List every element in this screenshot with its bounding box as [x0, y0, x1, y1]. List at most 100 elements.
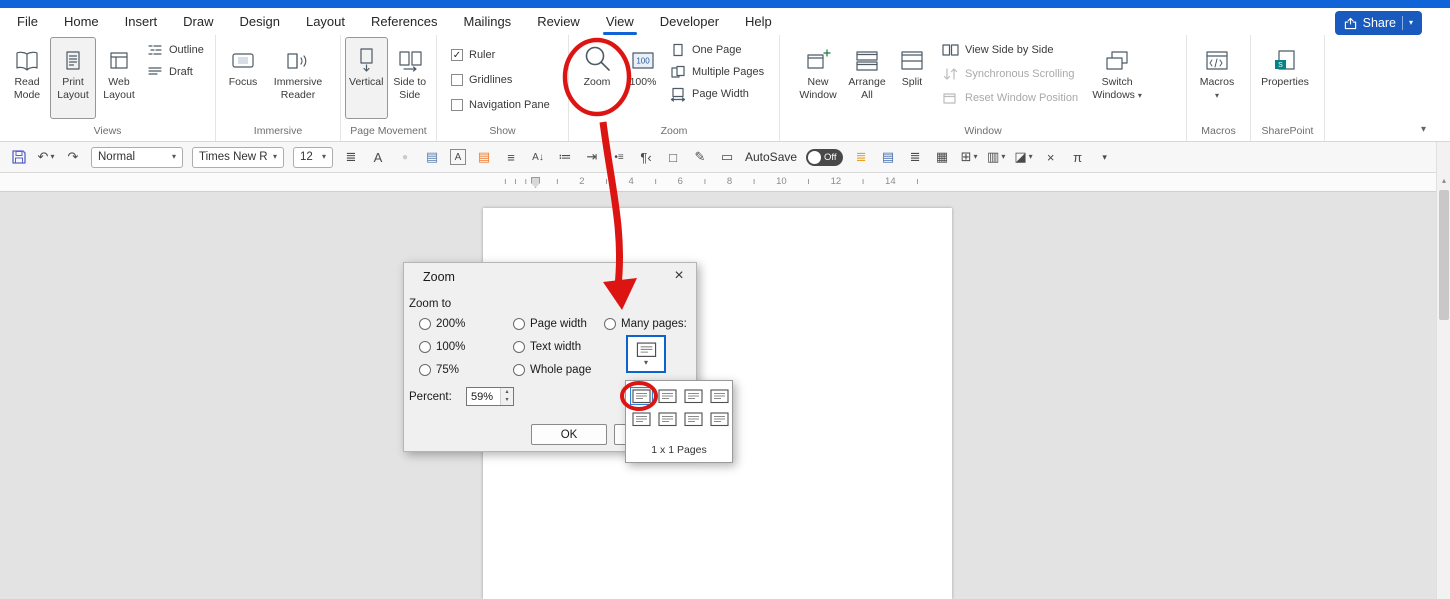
many-pages-monitor-button[interactable]: ▾	[626, 335, 666, 373]
indent-icon[interactable]: ⇥	[583, 147, 601, 167]
tab-home[interactable]: Home	[51, 8, 112, 35]
tab-design[interactable]: Design	[227, 8, 293, 35]
outline-button[interactable]: Outline	[146, 40, 204, 60]
copy-icon[interactable]: ▤	[423, 147, 441, 167]
focus-button[interactable]: Focus	[220, 37, 266, 119]
highlight-icon[interactable]: ≣	[852, 147, 870, 167]
radio-whole-page[interactable]: Whole page	[513, 364, 591, 376]
formatting-marks-icon[interactable]: ≣	[342, 147, 360, 167]
spinner-down-icon[interactable]: ▾	[501, 396, 513, 405]
record-circle-icon[interactable]: ●	[396, 147, 414, 167]
print-layout-button[interactable]: Print Layout	[50, 37, 96, 119]
split-button[interactable]: Split	[892, 37, 932, 119]
vertical-scrollbar[interactable]: ▴	[1436, 142, 1450, 599]
tab-draw[interactable]: Draw	[170, 8, 226, 35]
draft-icon	[146, 65, 163, 80]
tab-help[interactable]: Help	[732, 8, 785, 35]
style-dropdown[interactable]: Normal ▾	[91, 146, 183, 168]
dialog-close-icon[interactable]: ×	[662, 263, 696, 289]
pages-grid-cell[interactable]	[630, 410, 653, 428]
gridlines-checkbox[interactable]: Gridlines	[451, 70, 550, 90]
pages-grid-dropdown: 1 x 1 Pages	[625, 380, 733, 463]
chevron-down-icon[interactable]: ▾	[1409, 19, 1413, 27]
share-button[interactable]: Share ▾	[1334, 11, 1422, 35]
numbered-list-icon[interactable]: ≔	[556, 147, 574, 167]
font-size-dropdown[interactable]: 12 ▾	[293, 146, 333, 168]
properties-button[interactable]: S Properties	[1255, 37, 1315, 119]
switch-windows-button[interactable]: Switch Windows ▾	[1088, 37, 1146, 119]
draft-button[interactable]: Draft	[146, 62, 204, 82]
pages-grid-cell-1x1[interactable]	[630, 387, 653, 405]
tab-file[interactable]: File	[4, 8, 51, 35]
signature-icon[interactable]: ✎	[691, 147, 709, 167]
pages-grid-cell[interactable]	[682, 410, 705, 428]
radio-200[interactable]: 200%	[419, 318, 465, 330]
collapse-ribbon-chevron-icon[interactable]: ▾	[1421, 124, 1426, 135]
zoom-button[interactable]: Zoom	[573, 37, 621, 119]
tab-insert[interactable]: Insert	[112, 8, 171, 35]
insert-page-icon[interactable]: ▭	[718, 147, 736, 167]
pages-grid-cell[interactable]	[656, 387, 679, 405]
pages-grid-cell[interactable]	[708, 410, 731, 428]
print-icon[interactable]: ▤	[879, 147, 897, 167]
more-options-chevron-icon[interactable]: ▾	[1096, 147, 1114, 167]
page-width-button[interactable]: Page Width	[669, 84, 764, 104]
table-icon[interactable]: ⊞ ▾	[960, 147, 978, 167]
new-window-button[interactable]: New Window	[794, 37, 842, 119]
borders-icon[interactable]: ▦	[933, 147, 951, 167]
tab-mailings[interactable]: Mailings	[451, 8, 525, 35]
tab-review[interactable]: Review	[524, 8, 593, 35]
tab-layout[interactable]: Layout	[293, 8, 358, 35]
radio-page-width[interactable]: Page width	[513, 318, 587, 330]
pages-grid-cell[interactable]	[708, 387, 731, 405]
undo-icon[interactable]: ↶ ▾	[37, 147, 55, 167]
pages-grid-cell[interactable]	[682, 387, 705, 405]
pages-grid-cell[interactable]	[656, 410, 679, 428]
scroll-up-icon[interactable]: ▴	[1437, 176, 1450, 185]
chart-icon[interactable]: ▥ ▾	[987, 147, 1005, 167]
zoom-100-button[interactable]: 100 100%	[621, 37, 665, 119]
equation-icon[interactable]: π	[1069, 147, 1087, 167]
radio-100[interactable]: 100%	[419, 341, 465, 353]
view-side-by-side-button[interactable]: View Side by Side	[942, 40, 1078, 60]
navigation-pane-checkbox[interactable]: Navigation Pane	[451, 95, 550, 115]
radio-many-pages[interactable]: Many pages:	[604, 318, 687, 330]
close-icon[interactable]: ×	[1042, 147, 1060, 167]
read-mode-button[interactable]: Read Mode	[4, 37, 50, 119]
ruler-checkbox[interactable]: ✓ Ruler	[451, 45, 550, 65]
tab-developer[interactable]: Developer	[647, 8, 732, 35]
radio-circle-icon	[513, 341, 525, 353]
spinner-up-icon[interactable]: ▴	[501, 388, 513, 397]
tab-view[interactable]: View	[593, 8, 647, 35]
radio-text-width[interactable]: Text width	[513, 341, 581, 353]
font-style-icon[interactable]: A	[369, 147, 387, 167]
web-layout-button[interactable]: Web Layout	[96, 37, 142, 119]
sort-icon[interactable]: A↓	[529, 147, 547, 167]
arrange-all-button[interactable]: Arrange All	[842, 37, 892, 119]
save-icon[interactable]	[10, 147, 28, 167]
percent-input[interactable]: 59% ▴ ▾	[466, 387, 514, 406]
fill-icon[interactable]: ◪ ▾	[1014, 147, 1032, 167]
paragraph-marks-icon[interactable]: ¶‹	[637, 147, 655, 167]
autosave-toggle[interactable]: Off	[806, 148, 844, 166]
macros-icon	[1204, 43, 1230, 73]
font-dropdown[interactable]: Times New R ▾	[192, 146, 284, 168]
vertical-button[interactable]: Vertical	[345, 37, 388, 119]
multiple-pages-button[interactable]: Multiple Pages	[669, 62, 764, 82]
page-color-icon[interactable]: ▤	[475, 147, 493, 167]
ok-button[interactable]: OK	[531, 424, 607, 445]
line-spacing-icon[interactable]: ≡	[502, 147, 520, 167]
scrollbar-thumb[interactable]	[1439, 190, 1449, 320]
redo-icon[interactable]: ↷	[64, 147, 82, 167]
side-to-side-button[interactable]: Side to Side	[388, 37, 432, 119]
document-icon[interactable]: ≣	[906, 147, 924, 167]
immersive-reader-button[interactable]: Immersive Reader	[266, 37, 330, 119]
bullet-list-icon[interactable]: •≡	[610, 147, 628, 167]
radio-75[interactable]: 75%	[419, 364, 459, 376]
character-border-icon[interactable]: A	[450, 149, 466, 165]
blank-page-icon[interactable]: □	[664, 147, 682, 167]
view-side-by-side-icon	[942, 43, 959, 58]
one-page-button[interactable]: One Page	[669, 40, 764, 60]
tab-references[interactable]: References	[358, 8, 450, 35]
macros-button[interactable]: Macros ▾	[1191, 37, 1243, 119]
